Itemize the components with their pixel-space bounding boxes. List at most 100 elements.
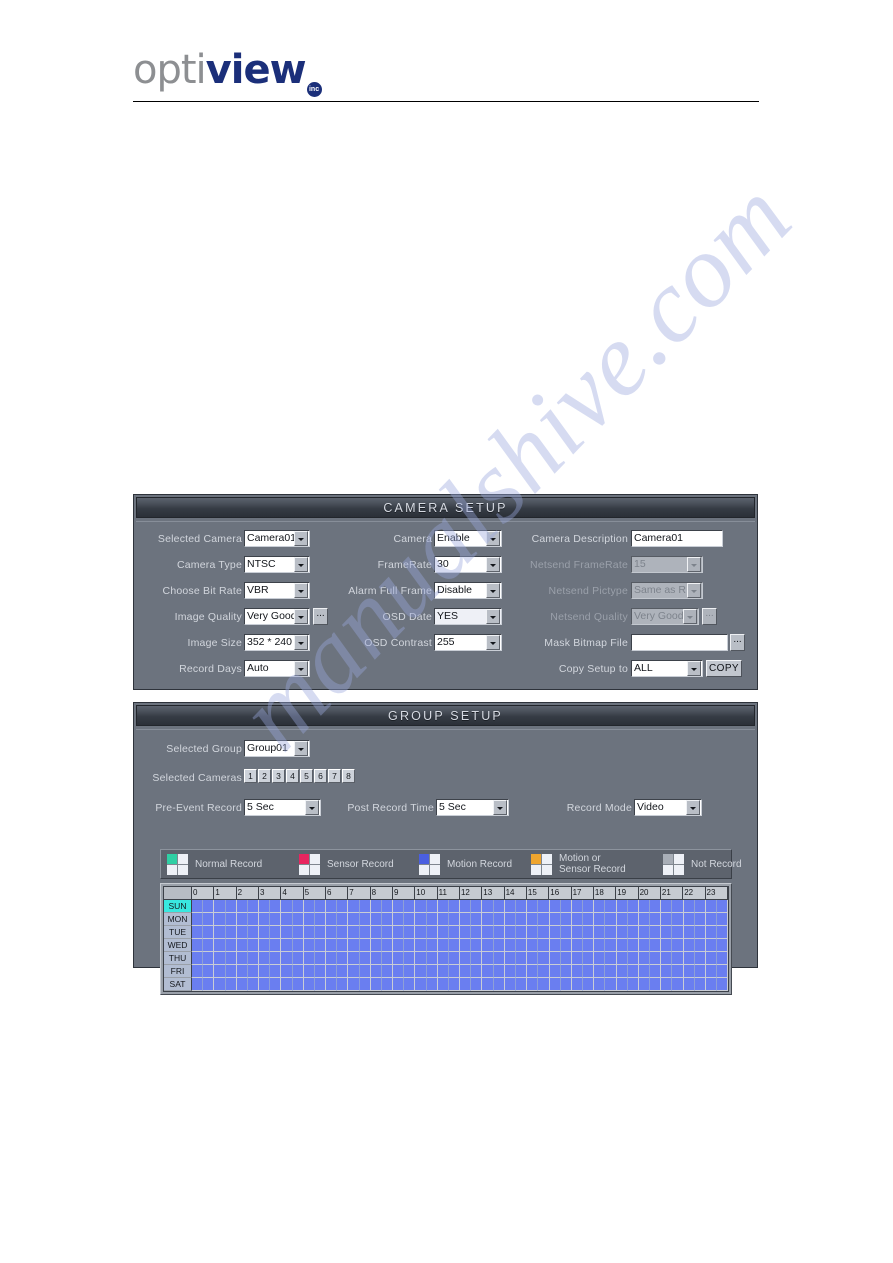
- schedule-slot-cell[interactable]: [437, 978, 449, 991]
- schedule-slot-cell[interactable]: [303, 939, 315, 952]
- chevron-down-icon[interactable]: [294, 609, 308, 624]
- schedule-slot-cell[interactable]: [460, 978, 472, 991]
- schedule-slot-cell[interactable]: [448, 952, 461, 965]
- schedule-slot-cell[interactable]: [314, 900, 327, 913]
- schedule-slot-cell[interactable]: [203, 913, 215, 926]
- schedule-slot-cell[interactable]: [281, 952, 293, 965]
- schedule-slot-cell[interactable]: [650, 952, 662, 965]
- schedule-slot-cell[interactable]: [225, 900, 237, 913]
- schedule-slot-cell[interactable]: [281, 965, 293, 978]
- schedule-slot-cell[interactable]: [448, 939, 461, 952]
- schedule-slot-cell[interactable]: [393, 926, 405, 939]
- schedule-slot-cell[interactable]: [661, 978, 673, 991]
- schedule-slot-cell[interactable]: [661, 952, 673, 965]
- schedule-slot-cell[interactable]: [493, 913, 505, 926]
- schedule-slot-cell[interactable]: [303, 978, 315, 991]
- schedule-slot-cell[interactable]: [326, 900, 338, 913]
- schedule-slot-cell[interactable]: [538, 939, 550, 952]
- chevron-down-icon[interactable]: [294, 531, 308, 546]
- camera-description-input[interactable]: Camera01: [631, 530, 723, 547]
- schedule-slot-cell[interactable]: [370, 939, 382, 952]
- schedule-slot-cell[interactable]: [638, 965, 651, 978]
- schedule-slot-cell[interactable]: [437, 939, 449, 952]
- schedule-slot-cell[interactable]: [560, 926, 572, 939]
- schedule-slot-cell[interactable]: [560, 952, 572, 965]
- schedule-slot-cell[interactable]: [571, 913, 584, 926]
- schedule-slot-cell[interactable]: [560, 939, 572, 952]
- schedule-slot-cell[interactable]: [594, 965, 606, 978]
- schedule-slot-cell[interactable]: [638, 926, 651, 939]
- schedule-day-label-sat[interactable]: SAT: [164, 978, 192, 991]
- schedule-slot-cell[interactable]: [203, 978, 215, 991]
- schedule-slot-cell[interactable]: [225, 939, 237, 952]
- schedule-slot-cell[interactable]: [192, 900, 204, 913]
- schedule-slot-cell[interactable]: [583, 900, 595, 913]
- camera-button-3[interactable]: 3: [272, 769, 285, 783]
- chevron-down-icon[interactable]: [486, 635, 500, 650]
- schedule-slot-cell[interactable]: [348, 965, 360, 978]
- chevron-down-icon[interactable]: [486, 583, 500, 598]
- schedule-slot-cell[interactable]: [270, 926, 282, 939]
- schedule-slot-cell[interactable]: [337, 900, 349, 913]
- schedule-slot-cell[interactable]: [326, 978, 338, 991]
- schedule-slot-cell[interactable]: [504, 926, 516, 939]
- schedule-slot-cell[interactable]: [393, 913, 405, 926]
- schedule-slot-cell[interactable]: [583, 939, 595, 952]
- schedule-slot-cell[interactable]: [493, 978, 505, 991]
- schedule-slot-cell[interactable]: [672, 900, 684, 913]
- schedule-slot-cell[interactable]: [661, 913, 673, 926]
- schedule-slot-cell[interactable]: [359, 926, 371, 939]
- schedule-slot-cell[interactable]: [348, 952, 360, 965]
- schedule-slot-cell[interactable]: [348, 900, 360, 913]
- schedule-slot-cell[interactable]: [683, 939, 695, 952]
- recording-schedule-grid[interactable]: 0 1 2 3 4 5 6 7 8 9 10 11 12 13 14 15 16 17 18 19 20 21 22 23 SU…: [160, 883, 732, 995]
- record-mode-combo[interactable]: Video: [634, 799, 702, 816]
- schedule-slot-cell[interactable]: [348, 913, 360, 926]
- schedule-slot-cell[interactable]: [717, 939, 729, 952]
- schedule-slot-cell[interactable]: [404, 939, 416, 952]
- schedule-slot-cell[interactable]: [515, 939, 528, 952]
- schedule-slot-cell[interactable]: [504, 913, 516, 926]
- schedule-slot-cell[interactable]: [247, 939, 260, 952]
- camera-type-combo[interactable]: NTSC: [244, 556, 310, 573]
- schedule-slot-cell[interactable]: [348, 978, 360, 991]
- schedule-slot-cell[interactable]: [504, 978, 516, 991]
- schedule-slot-cell[interactable]: [672, 926, 684, 939]
- schedule-slot-cell[interactable]: [359, 978, 371, 991]
- schedule-slot-cell[interactable]: [214, 952, 226, 965]
- schedule-slot-cell[interactable]: [314, 939, 327, 952]
- schedule-slot-cell[interactable]: [571, 965, 584, 978]
- camera-button-2[interactable]: 2: [258, 769, 271, 783]
- schedule-slot-cell[interactable]: [292, 952, 304, 965]
- schedule-slot-cell[interactable]: [571, 939, 584, 952]
- schedule-slot-cell[interactable]: [314, 926, 327, 939]
- schedule-slot-cell[interactable]: [583, 913, 595, 926]
- schedule-slot-cell[interactable]: [460, 952, 472, 965]
- schedule-slot-cell[interactable]: [583, 952, 595, 965]
- schedule-slot-cell[interactable]: [259, 952, 271, 965]
- schedule-slot-cell[interactable]: [527, 952, 539, 965]
- schedule-slot-cell[interactable]: [381, 926, 394, 939]
- schedule-slot-cell[interactable]: [717, 952, 729, 965]
- schedule-slot-cell[interactable]: [370, 978, 382, 991]
- schedule-slot-cell[interactable]: [672, 965, 684, 978]
- chevron-down-icon[interactable]: [486, 531, 500, 546]
- schedule-slot-cell[interactable]: [270, 952, 282, 965]
- schedule-slot-cell[interactable]: [460, 939, 472, 952]
- schedule-slot-cell[interactable]: [493, 926, 505, 939]
- schedule-slot-cell[interactable]: [393, 900, 405, 913]
- schedule-slot-cell[interactable]: [426, 926, 438, 939]
- schedule-slot-cell[interactable]: [594, 913, 606, 926]
- schedule-slot-cell[interactable]: [493, 952, 505, 965]
- schedule-slot-cell[interactable]: [225, 965, 237, 978]
- schedule-slot-cell[interactable]: [471, 978, 483, 991]
- osd-contrast-combo[interactable]: 255: [434, 634, 502, 651]
- schedule-slot-cell[interactable]: [426, 965, 438, 978]
- schedule-slot-cell[interactable]: [214, 939, 226, 952]
- schedule-slot-cell[interactable]: [650, 978, 662, 991]
- schedule-slot-cell[interactable]: [493, 900, 505, 913]
- schedule-slot-cell[interactable]: [527, 939, 539, 952]
- schedule-slot-cell[interactable]: [482, 926, 494, 939]
- schedule-slot-cell[interactable]: [303, 926, 315, 939]
- schedule-slot-cell[interactable]: [694, 926, 706, 939]
